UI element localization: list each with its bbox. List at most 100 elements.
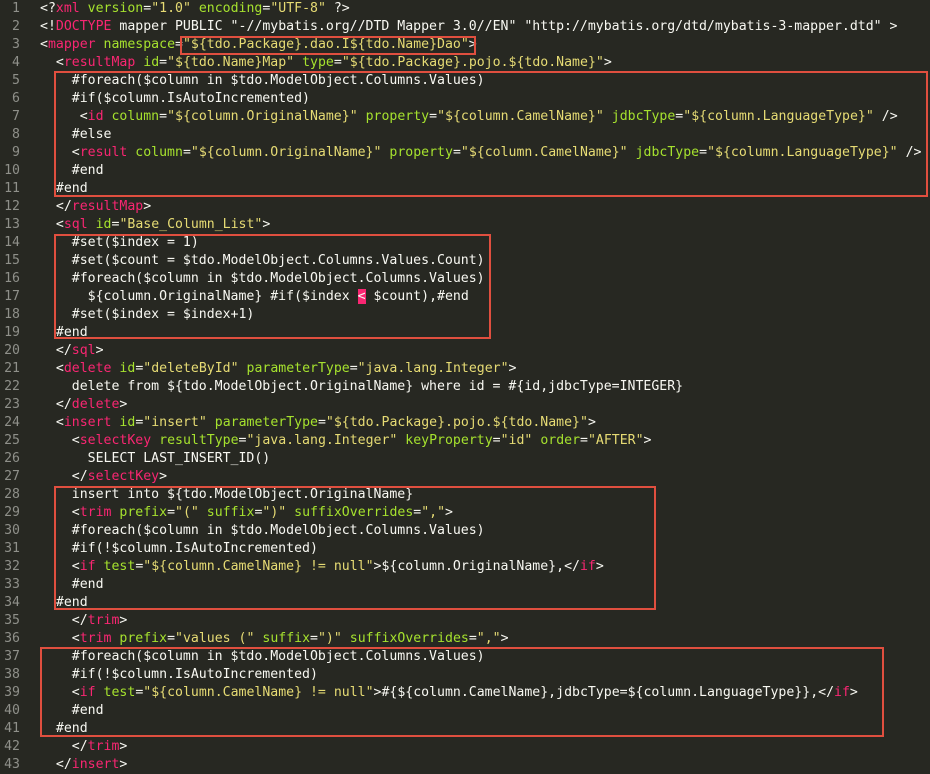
code-token-str: "deleteById" (143, 361, 239, 376)
line-number: 41 (4, 721, 20, 736)
code-line[interactable]: 16 #foreach($column in $tdo.ModelObject.… (0, 270, 930, 288)
code-token-plain: #else (40, 127, 112, 142)
code-line[interactable]: 32 <if test="${column.CamelName} != null… (0, 558, 930, 576)
code-line[interactable]: 7 <id column="${column.OriginalName}" pr… (0, 108, 930, 126)
code-token-plain: = (492, 433, 501, 448)
code-token-plain: #end (40, 181, 88, 196)
code-text: <id column="${column.OriginalName}" prop… (40, 108, 898, 126)
code-token-plain: > (159, 469, 168, 484)
code-token-str: "UTF-8" (270, 1, 326, 16)
code-token-plain: /> (897, 145, 922, 160)
code-text: SELECT LAST_INSERT_ID() (40, 450, 271, 468)
code-line[interactable]: 36 <trim prefix="values (" suffix=")" su… (0, 630, 930, 648)
code-token-str: "java.lang.Integer" (357, 361, 509, 376)
code-text: #end (40, 576, 104, 594)
code-line[interactable]: 18 #set($index = $index+1) (0, 306, 930, 324)
code-line[interactable]: 13 <sql id="Base_Column_List"> (0, 216, 930, 234)
code-token-attr: test (103, 559, 136, 574)
code-token-plain: </ (40, 469, 88, 484)
code-token-plain: > (445, 505, 453, 520)
code-token-attr: jdbcType (611, 109, 676, 124)
code-token-tag: insert (63, 415, 112, 430)
line-number: 25 (4, 433, 20, 448)
code-token-tag: result (79, 145, 128, 160)
code-editor[interactable]: 1 <?xml version="1.0" encoding="UTF-8" ?>… (0, 0, 930, 772)
code-line[interactable]: 15 #set($count = $tdo.ModelObject.Column… (0, 252, 930, 270)
code-token-plain: > (468, 37, 477, 52)
code-line[interactable]: 40 #end (0, 702, 930, 720)
code-line[interactable]: 6 #if($column.IsAutoIncremented) (0, 90, 930, 108)
code-line[interactable]: 26 SELECT LAST_INSERT_ID() (0, 450, 930, 468)
code-token-plain: = (452, 145, 461, 160)
code-line[interactable]: 29 <trim prefix="(" suffix=")" suffixOve… (0, 504, 930, 522)
code-text: #else (40, 126, 112, 144)
code-token-plain: </ (40, 199, 72, 214)
code-token-plain: </ (40, 343, 72, 358)
code-token-plain: </ (40, 613, 88, 628)
code-line[interactable]: 12 </resultMap> (0, 198, 930, 216)
code-text: <resultMap id="${tdo.Name}Map" type="${t… (40, 54, 612, 72)
code-line[interactable]: 19 #end (0, 324, 930, 342)
code-line[interactable]: 23 </delete> (0, 396, 930, 414)
line-number: 33 (4, 577, 20, 592)
code-token-tag: delete (71, 397, 120, 412)
code-line[interactable]: 37 #foreach($column in $tdo.ModelObject.… (0, 648, 930, 666)
code-line[interactable]: 9 <result column="${column.OriginalName}… (0, 144, 930, 162)
code-text: #end (40, 180, 88, 198)
code-token-plain: = (317, 415, 326, 430)
code-token-tag: id (87, 109, 104, 124)
code-line[interactable]: 24 <insert id="insert" parameterType="${… (0, 414, 930, 432)
code-token-plain: > (143, 199, 152, 214)
line-number: 3 (12, 37, 20, 52)
code-line[interactable]: 28 insert into ${tdo.ModelObject.Origina… (0, 486, 930, 504)
code-token-plain: #set($index = $index+1) (40, 307, 255, 322)
code-line[interactable]: 42 </trim> (0, 738, 930, 756)
code-token-attr: column (111, 109, 160, 124)
code-line[interactable]: 33 #end (0, 576, 930, 594)
code-token-attr: suffix (262, 631, 311, 646)
line-number: 26 (4, 451, 20, 466)
code-line[interactable]: 39 <if test="${column.CamelName} != null… (0, 684, 930, 702)
code-line[interactable]: 20 </sql> (0, 342, 930, 360)
code-line[interactable]: 4 <resultMap id="${tdo.Name}Map" type="$… (0, 54, 930, 72)
code-token-attr: property (365, 109, 430, 124)
code-token-str: "id" (500, 433, 533, 448)
line-number: 6 (12, 91, 20, 106)
code-line[interactable]: 5 #foreach($column in $tdo.ModelObject.C… (0, 72, 930, 90)
code-token-plain: >#{${column.CamelName},jdbcType=${column… (373, 685, 835, 700)
code-line[interactable]: 41 #end (0, 720, 930, 738)
line-number: 8 (12, 127, 20, 142)
code-line[interactable]: 2 <!DOCTYPE mapper PUBLIC "-//mybatis.org… (0, 18, 930, 36)
code-line[interactable]: 21 <delete id = "deleteById" parameterType… (0, 360, 930, 378)
code-line[interactable]: 25 <selectKey resultType = "java.lang.Inte… (0, 432, 930, 450)
code-token-tag: xml (55, 1, 80, 16)
code-line[interactable]: 10 #end (0, 162, 930, 180)
code-line[interactable]: 27 </selectKey> (0, 468, 930, 486)
code-text: </delete> (40, 396, 127, 414)
code-line[interactable]: 17 ${column.OriginalName} #if($index < $… (0, 288, 930, 306)
code-line[interactable]: 34 #end (0, 594, 930, 612)
code-token-plain: > (849, 685, 858, 700)
code-token-plain: #foreach($column in $tdo.ModelObject.Col… (40, 73, 485, 88)
code-token-plain: = (143, 1, 152, 16)
code-token-plain: < (40, 559, 80, 574)
code-token-attr: suffix (206, 505, 255, 520)
code-line[interactable]: 11 #end (0, 180, 930, 198)
code-token-attr: prefix (119, 505, 168, 520)
code-line[interactable]: 38 #if(!$column.IsAutoIncremented) (0, 666, 930, 684)
code-text: <mapper namespace="${tdo.Package}.dao.I$… (40, 36, 477, 54)
code-line[interactable]: 43 </insert> (0, 756, 930, 774)
code-line[interactable]: 22 delete from ${tdo.ModelObject.Origina… (0, 378, 930, 396)
line-number: 20 (4, 343, 20, 358)
code-line[interactable]: 3 <mapper namespace="${tdo.Package}.dao.I… (0, 36, 930, 54)
code-line[interactable]: 31 #if(!$column.IsAutoIncremented) (0, 540, 930, 558)
code-token-str: "${column.CamelName}" (460, 145, 628, 160)
code-line[interactable]: 14 #set($index = 1) (0, 234, 930, 252)
code-token-plain: = (333, 55, 342, 70)
code-line[interactable]: 30 #foreach($column in $tdo.ModelObject.… (0, 522, 930, 540)
code-line[interactable]: 1 <?xml version="1.0" encoding="UTF-8" ?> (0, 0, 930, 18)
code-line[interactable]: 8 #else (0, 126, 930, 144)
code-token-plain: < (40, 217, 64, 232)
code-line[interactable]: 35 </trim> (0, 612, 930, 630)
